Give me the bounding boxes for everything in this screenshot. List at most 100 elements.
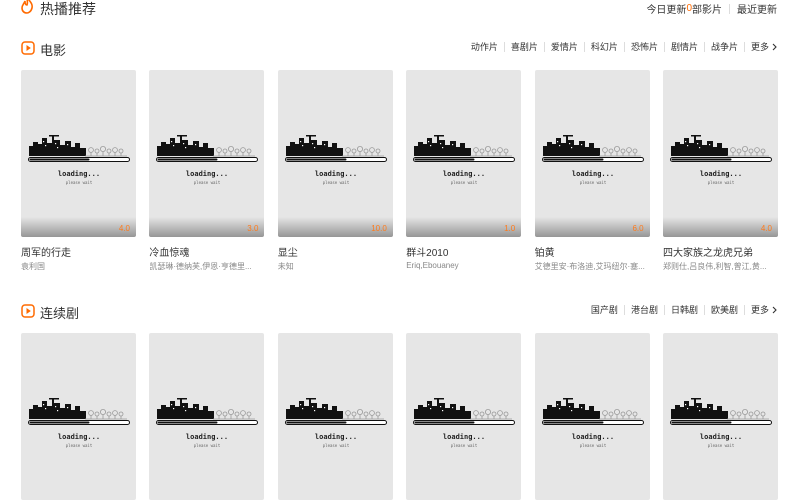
loading-text: loading... [315,170,357,178]
loading-placeholder: loading... please wait [284,132,388,192]
movie-category-comedy[interactable]: 喜剧片 [503,42,544,52]
movie-category-drama[interactable]: 剧情片 [663,42,704,52]
movie-category-horror[interactable]: 恐怖片 [623,42,664,52]
loading-subtext: please wait [323,443,350,448]
loading-placeholder: loading... please wait [27,395,131,455]
tv-poster[interactable]: loading... please wait [663,333,778,500]
chevron-right-icon [772,43,777,51]
hot-recommend-header: 热播推荐 今日更新 0 部影片 最近更新 [0,0,799,18]
movie-title-link[interactable]: 铂黄 [535,244,650,259]
tv-more-label: 更多 [750,305,769,315]
loading-placeholder: loading... please wait [669,132,773,192]
loading-text: loading... [186,170,228,178]
score-badge: 1.0 [504,224,516,233]
loading-skyline-icon: loading... please wait [28,398,130,448]
score-badge: 10.0 [371,224,387,233]
score-badge: 4.0 [118,224,130,233]
movie-actors: 凯瑟琳·德纳芙,伊恩·亨德里... [149,262,252,271]
tv-poster[interactable]: loading... please wait [406,333,522,500]
movie-poster[interactable]: loading... please wait 4.0 [663,70,778,237]
loading-skyline-icon: loading... please wait [413,398,516,448]
movie-title-link[interactable]: 群斗2010 [406,244,521,259]
movie-poster[interactable]: loading... please wait 4.0 [21,70,136,237]
latest-update-link[interactable]: 最近更新 [737,1,777,16]
loading-placeholder: loading... please wait [412,132,516,192]
play-icon [21,304,35,318]
movie-category-war[interactable]: 战争片 [703,42,744,52]
movie-more-link[interactable]: 更多 [743,42,777,52]
loading-subtext: please wait [579,443,606,448]
loading-subtext: please wait [708,180,735,185]
page-title: 热播推荐 [40,1,96,17]
movie-poster[interactable]: loading... please wait 1.0 [406,70,522,237]
loading-text: loading... [443,170,485,178]
score-badge: 3.0 [247,224,259,233]
loading-placeholder: loading... please wait [541,132,645,192]
loading-skyline-icon: loading... please wait [284,398,387,448]
tv-category-nav: 国产剧 港台剧 日韩剧 欧美剧 更多 [585,305,777,315]
tv-section-header: 连续剧 国产剧 港台剧 日韩剧 欧美剧 更多 [0,302,799,322]
loading-placeholder: loading... please wait [412,395,516,455]
loading-subtext: please wait [451,180,478,185]
loading-text: loading... [58,170,100,178]
tv-more-link[interactable]: 更多 [743,305,777,315]
tv-poster[interactable]: loading... please wait [149,333,265,500]
loading-skyline-icon: loading... please wait [670,398,772,448]
movie-category-nav: 动作片 喜剧片 爱情片 科幻片 恐怖片 剧情片 战争片 更多 [465,42,777,52]
tv-category-jp-kr[interactable]: 日韩剧 [663,305,704,315]
loading-skyline-icon: loading... please wait [284,135,387,185]
loading-skyline-icon: loading... please wait [413,135,516,185]
movie-more-label: 更多 [750,42,769,52]
tv-poster[interactable]: loading... please wait [21,333,136,500]
movie-title-link[interactable]: 冷血惊魂 [149,244,264,259]
chevron-right-icon [772,306,777,314]
movie-actors: 郑则仕,吕良伟,利智,曾江,黄... [663,262,767,271]
tv-category-domestic[interactable]: 国产剧 [585,305,624,315]
play-icon [21,41,35,55]
movie-actors: 袁利国 [21,262,45,271]
loading-text: loading... [700,170,742,178]
movie-title-link[interactable]: 周军的行走 [21,244,136,259]
movie-poster[interactable]: loading... please wait 3.0 [149,70,265,237]
movie-actors: 未知 [277,262,294,271]
movie-category-romance[interactable]: 爱情片 [543,42,584,52]
loading-skyline-icon: loading... please wait [28,135,130,185]
tv-section-title: 连续剧 [40,306,80,321]
movie-title-link[interactable]: 四大家族之龙虎兄弟 [663,244,778,259]
loading-placeholder: loading... please wait [541,395,645,455]
loading-subtext: please wait [194,180,221,185]
movie-section-header: 电影 动作片 喜剧片 爱情片 科幻片 恐怖片 剧情片 战争片 更多 [0,39,799,59]
loading-text: loading... [443,433,485,441]
loading-placeholder: loading... please wait [27,132,131,192]
loading-subtext: please wait [451,443,478,448]
loading-skyline-icon: loading... please wait [156,398,259,448]
movie-poster[interactable]: loading... please wait 6.0 [534,70,650,237]
update-prefix: 今日更新 [646,5,687,16]
tv-poster[interactable]: loading... please wait [534,333,650,500]
movie-poster[interactable]: loading... please wait 10.0 [277,70,393,237]
tv-poster[interactable]: loading... please wait [277,333,393,500]
loading-subtext: please wait [194,443,221,448]
tv-category-hk-tw[interactable]: 港台剧 [623,305,664,315]
loading-skyline-icon: loading... please wait [541,398,644,448]
movie-category-action[interactable]: 动作片 [465,42,504,52]
movie-category-scifi[interactable]: 科幻片 [583,42,624,52]
movie-section-title: 电影 [40,43,67,58]
divider [729,3,730,14]
loading-text: loading... [58,433,100,441]
movie-actors: 艾德里安·布洛迪,艾玛纽尔·塞... [534,262,645,271]
loading-text: loading... [315,433,357,441]
loading-subtext: please wait [66,180,93,185]
loading-subtext: please wait [708,443,735,448]
loading-text: loading... [186,433,228,441]
update-suffix: 部影片 [692,5,722,16]
flame-icon [21,0,33,14]
loading-skyline-icon: loading... please wait [541,135,644,185]
loading-skyline-icon: loading... please wait [156,135,259,185]
score-badge: 4.0 [760,224,772,233]
movie-title-link[interactable]: 显尘 [278,244,393,259]
loading-text: loading... [700,433,742,441]
loading-placeholder: loading... please wait [284,395,388,455]
loading-placeholder: loading... please wait [155,395,259,455]
tv-category-western[interactable]: 欧美剧 [703,305,744,315]
